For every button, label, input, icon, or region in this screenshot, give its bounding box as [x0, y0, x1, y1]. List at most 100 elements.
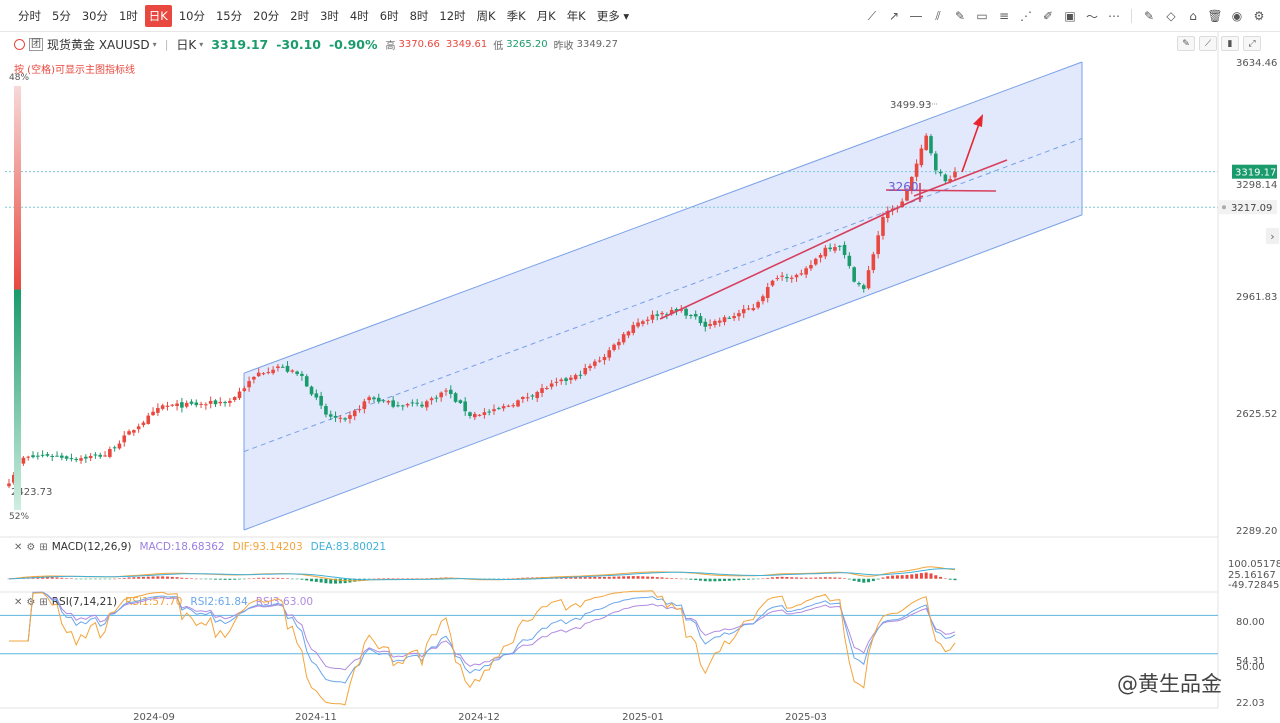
macd-bar: [766, 577, 770, 579]
candle-body: [237, 391, 242, 399]
candle-body: [703, 321, 708, 327]
candle-body: [458, 400, 463, 403]
candle-body: [26, 456, 31, 458]
macd-bar: [113, 578, 117, 580]
macd-bar: [867, 578, 871, 583]
macd-bar: [943, 578, 947, 580]
macd-bar: [819, 577, 823, 579]
macd-bar: [612, 576, 616, 579]
candle-body: [88, 456, 93, 459]
macd-bar: [310, 578, 314, 582]
macd-bar: [180, 577, 184, 579]
gauge-bottom-label: 52%: [9, 512, 29, 522]
macd-bar: [391, 578, 395, 579]
candle-body: [573, 375, 578, 380]
candle-body: [617, 341, 621, 346]
macd-bar: [694, 578, 698, 581]
macd-bar: [252, 578, 256, 579]
candle-body: [180, 402, 184, 408]
candle-body: [631, 325, 636, 333]
macd-bar: [804, 577, 808, 579]
candle-body: [434, 397, 439, 399]
candle-body: [727, 317, 732, 319]
candle-body: [737, 313, 741, 317]
candle-body: [689, 315, 693, 317]
macd-bar: [929, 573, 933, 579]
macd-bar: [65, 578, 69, 579]
candle-body: [501, 406, 506, 409]
macd-bar: [209, 578, 213, 580]
candle-body: [319, 395, 323, 406]
macd-bar: [237, 578, 241, 580]
macd-bar: [871, 578, 875, 582]
candle-body: [84, 456, 88, 459]
candle-body: [717, 320, 722, 323]
macd-bar: [939, 576, 943, 579]
candle-body: [578, 374, 583, 376]
candle-body: [141, 422, 146, 426]
macd-bar: [338, 578, 342, 584]
macd-bar: [602, 576, 606, 579]
candle-body: [372, 397, 376, 400]
macd-bar: [60, 577, 64, 579]
candle-body: [448, 389, 453, 395]
macd-bar: [286, 578, 290, 579]
macd-bar: [626, 576, 630, 579]
macd-bar: [588, 577, 592, 579]
candle-body: [175, 403, 179, 407]
regression-channel: [244, 62, 1082, 530]
macd-bar: [833, 577, 837, 579]
candle-body: [60, 455, 64, 458]
candle-body: [429, 398, 434, 401]
macd-bar: [89, 578, 93, 580]
macd-bar: [367, 578, 371, 580]
y-tick-label: 2961.83: [1236, 292, 1277, 303]
rsi-y-tick: 50.00: [1236, 662, 1265, 673]
macd-bar: [271, 577, 275, 579]
candle-body: [660, 312, 664, 315]
candle-body: [400, 405, 405, 407]
candle-body: [468, 412, 472, 417]
macd-bar: [665, 577, 669, 579]
macd-bar: [655, 577, 659, 579]
overlap-price-label: 3298.14: [1236, 180, 1277, 191]
candle-body: [924, 135, 928, 150]
candle-body: [804, 268, 808, 275]
candle-body: [357, 409, 362, 411]
candle-body: [208, 400, 213, 404]
macd-bar: [223, 578, 227, 580]
macd-bar: [583, 577, 587, 579]
candle-body: [780, 275, 784, 277]
macd-bar: [84, 578, 88, 580]
chart-canvas[interactable]: 32603499.932423.7348%52%3634.462961.8326…: [0, 0, 1280, 723]
macd-bar: [809, 577, 813, 579]
macd-bar: [795, 577, 799, 579]
candle-body: [554, 381, 559, 383]
macd-bar: [79, 578, 83, 580]
macd-bar: [257, 577, 261, 579]
macd-bar: [708, 578, 712, 582]
macd-bar: [891, 575, 895, 579]
candle-body: [324, 406, 328, 415]
macd-bar: [689, 578, 693, 580]
macd-bar: [747, 578, 751, 580]
candle-body: [247, 381, 251, 388]
macd-bar: [660, 577, 664, 579]
macd-bar: [823, 577, 827, 579]
macd-bar: [314, 578, 318, 582]
candle-body: [530, 395, 535, 397]
candle-body: [722, 317, 727, 323]
candle-body: [746, 308, 751, 310]
candle-body: [170, 404, 175, 406]
candle-body: [919, 148, 924, 166]
x-tick-label: 2024-12: [458, 712, 500, 723]
candle-body: [482, 412, 487, 415]
candle-body: [545, 387, 549, 389]
macd-bar: [50, 577, 54, 579]
macd-bar: [631, 576, 635, 579]
candle-body: [761, 296, 765, 302]
candle-body: [626, 331, 631, 336]
candle-body: [232, 397, 237, 401]
macd-bar: [199, 578, 203, 580]
macd-bar: [698, 578, 702, 581]
